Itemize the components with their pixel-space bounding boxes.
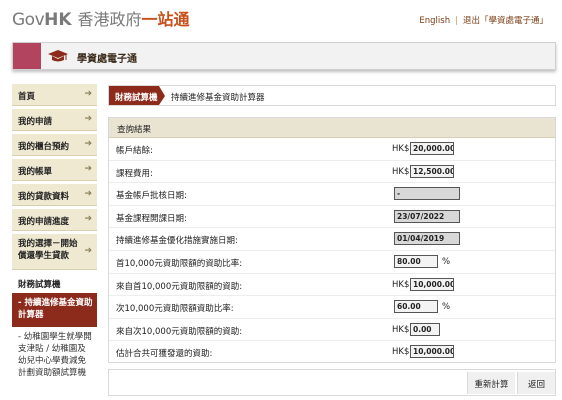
result-label: 基金課程開課日期: [116,213,187,224]
logo-gov-text: Gov [12,10,45,30]
arrow-right-icon: ➔ [84,189,92,199]
sidebar-item-label: 我的申請 [18,117,53,127]
breadcrumb-current-page: 持續進修基金資助計算器 [171,93,265,103]
breadcrumb: 財務試算機 持續進修基金資助計算器 [108,85,556,106]
service-banner: 學資處電子通 [12,42,556,70]
result-label: 首10,000元資助限額的資助比率: [116,258,243,269]
result-row-total-subsidy: 估計合共可獲發還的資助: HK$ 10,000.00 [109,341,555,364]
logo-hk-text: HK [44,10,72,30]
sidebar-item-counter-booking[interactable]: 我的櫃台預約 ➔ [12,134,97,156]
sidebar-item-label: 首頁 [18,92,36,102]
result-value: 10,000.00 [410,345,454,359]
currency-label: HK$ [392,279,410,290]
sidebar-item-start-repayment[interactable]: 我的選擇－開始償還學生貸款 ➔ [12,234,97,270]
sidebar-item-loan-info[interactable]: 我的貸款資料 ➔ [12,184,97,206]
currency-label: HK$ [392,166,410,177]
result-value: 60.00 [394,300,438,314]
arrow-right-icon: ➔ [84,114,92,124]
result-label: 次10,000元資助限額資助比率: [116,304,234,315]
result-row-first-tier-subsidy: 來自首10,000元資助限額的資助: HK$ 10,000.00 [109,274,555,297]
arrow-right-icon: ➔ [84,164,92,174]
arrow-right-icon: ➔ [84,214,92,224]
result-row-approval-date: 基金帳戶批核日期: - [109,183,555,206]
govhk-logo[interactable]: GovHK 香港政府一站通 [12,6,190,30]
result-row-course-fee: 課程費用: HK$ 12,500.00 [109,161,555,184]
sidebar-nav: 首頁 ➔ 我的申請 ➔ 我的櫃台預約 ➔ 我的帳單 ➔ 我的貸款資料 ➔ 我的申… [12,84,97,383]
banner-title: 學資處電子通 [77,54,137,65]
result-row-course-start-date: 基金課程開課日期: 23/07/2022 [109,206,555,229]
sidebar-item-home[interactable]: 首頁 ➔ [12,84,97,106]
result-value: - [394,187,460,201]
breadcrumb-category[interactable]: 財務試算機 [109,86,165,105]
logo-chinese-text: 香港政府 [77,10,142,29]
sidebar-item-label: 我的貸款資料 [18,192,70,202]
sidebar-item-my-bills[interactable]: 我的帳單 ➔ [12,159,97,181]
arrow-right-icon: ➔ [84,139,92,149]
action-bar: 重新計算 返回 [108,369,556,396]
currency-label: HK$ [392,144,410,154]
percent-sign: % [442,302,451,313]
result-value: 10,000.00 [410,277,454,291]
result-value: 80.00 [394,254,438,268]
top-links: English | 退出「學資處電子通」 [419,14,548,26]
results-heading: 查詢結果 [109,118,555,138]
result-label: 課程費用: [116,168,153,179]
results-panel: 查詢結果 帳戶結餘: HK$ 20,000.00 課程費用: HK$ 12,50… [108,117,556,363]
result-row-enhancement-date: 持續進修基金優化措施實施日期: 01/04/2019 [109,228,555,251]
back-button[interactable]: 返回 [517,372,555,394]
english-link[interactable]: English [419,16,450,26]
result-value: 0.00 [410,322,440,336]
sidebar-item-label: 我的申請進度 [18,217,70,227]
banner-accent-block [13,43,41,69]
sidebar-item-my-applications[interactable]: 我的申請 ➔ [12,109,97,131]
result-label: 來自首10,000元資助限額的資助: [116,281,243,292]
arrow-right-icon: ➔ [84,246,92,256]
logout-link[interactable]: 退出「學資處電子通」 [463,16,548,26]
sidebar-item-label: 我的帳單 [18,167,53,177]
result-row-first-tier-rate: 首10,000元資助限額的資助比率: 80.00 % [109,251,555,274]
sidebar-section-title: 財務試算機 [12,273,97,293]
sidebar-item-cef-calculator[interactable]: - 持續進修基金資助計算器 [12,293,97,327]
result-value: 01/04/2019 [394,232,460,246]
result-label: 基金帳戶批核日期: [116,191,187,202]
currency-label: HK$ [392,324,410,335]
sidebar-item-kindergarten-calculator[interactable]: - 幼稚園學生就學開支津貼 / 幼稚園及幼兒中心學費減免計劃資助額試算機 [12,327,97,383]
result-label: 持續進修基金優化措施實施日期: [116,236,238,247]
sidebar-item-label: 我的選擇－開始償還學生貸款 [18,239,78,261]
result-label: 估計合共可獲發還的資助: [116,349,213,360]
result-label: 來自次10,000元資助限額的資助: [116,326,243,337]
result-value: 23/07/2022 [394,209,460,223]
currency-label: HK$ [392,347,410,358]
link-divider: | [455,16,458,26]
result-value: 20,000.00 [410,142,454,155]
graduation-cap-icon [48,50,68,65]
sidebar-item-application-progress[interactable]: 我的申請進度 ➔ [12,209,97,231]
result-row-second-tier-rate: 次10,000元資助限額資助比率: 60.00 % [109,296,555,319]
arrow-right-icon: ➔ [84,89,92,99]
logo-chinese-accent-text: 一站通 [141,10,190,29]
recalculate-button[interactable]: 重新計算 [467,372,515,394]
result-row-account-balance: 帳戶結餘: HK$ 20,000.00 [109,138,555,161]
result-row-second-tier-subsidy: 來自次10,000元資助限額的資助: HK$ 0.00 [109,319,555,342]
result-label: 帳戶結餘: [116,146,153,156]
sidebar-item-label: 我的櫃台預約 [18,142,70,152]
percent-sign: % [442,256,451,267]
top-bar: GovHK 香港政府一站通 English | 退出「學資處電子通」 [0,0,562,38]
result-value: 12,500.00 [410,164,454,178]
